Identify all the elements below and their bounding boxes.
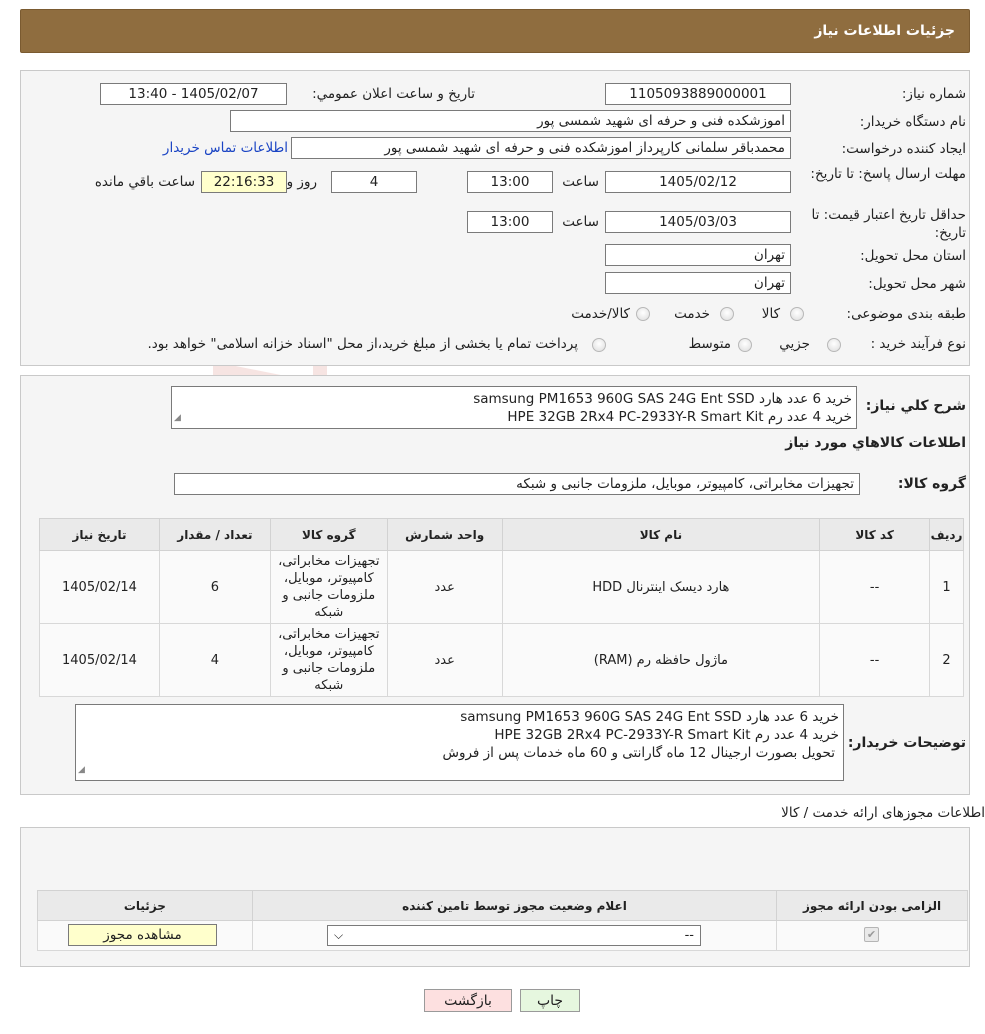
category-option-service: خدمت [674, 306, 710, 322]
col-qty: تعداد / مقدار [158, 518, 271, 551]
goods-group-field: تجهیزات مخابراتی، کامپیوتر، موبایل، ملزو… [174, 473, 860, 495]
goods-group-label: گروه کالا: [897, 476, 966, 492]
goods-table: ردیف کد کالا نام کالا واحد شمارش گروه کا… [39, 518, 964, 697]
back-button[interactable]: بازگشت [424, 989, 512, 1012]
cell-group: تجهیزات مخابراتی، کامپیوتر، موبایل، ملزو… [269, 550, 388, 624]
announce-datetime-field: 1405/02/07 - 13:40 [100, 83, 287, 105]
buyer-org-label: نام دستگاه خریدار: [859, 114, 966, 130]
print-button[interactable]: چاپ [520, 989, 580, 1012]
permit-required-checkbox[interactable]: ✔ [864, 927, 879, 942]
deadline-label: مهلت ارسال پاسخ: تا تاریخ: [810, 166, 966, 182]
col-permit-status: اعلام وضعیت مجوز توسط تامین کننده [251, 890, 778, 921]
buyer-notes-label: توضیحات خریدار: [847, 735, 966, 751]
deadline-time-label: ساعت [562, 174, 599, 190]
buyer-org-field: اموزشکده فنی و حرفه ای شهید شمسی پور [230, 110, 791, 132]
col-group: گروه کالا [269, 518, 388, 551]
col-row: ردیف [929, 518, 964, 551]
process-treasury-note: پرداخت تمام یا بخشی از مبلغ خرید،از محل … [147, 336, 578, 352]
col-code: کد کالا [819, 518, 931, 551]
cell-group-text: تجهیزات مخابراتی، کامپیوتر، موبایل، ملزو… [278, 627, 380, 693]
view-permit-button[interactable]: مشاهده مجوز [68, 924, 217, 946]
category-option-goods: کالا [761, 306, 780, 322]
buyer-notes-line-1: خرید 6 عدد هارد samsung PM1653 960G SAS … [460, 709, 839, 725]
buyer-contact-link[interactable]: اطلاعات تماس خریدار [163, 140, 288, 156]
cell-code: -- [819, 623, 931, 697]
price-validity-label: حداقل تاریخ اعتبار قیمت: تا تاریخ: [811, 207, 966, 241]
cell-date: 1405/02/14 [39, 623, 160, 697]
cell-name: هارد دیسک اینترنال HDD [501, 550, 821, 624]
general-description-label: شرح کلي نیاز: [865, 398, 966, 414]
process-option-medium: متوسط [688, 336, 731, 352]
process-radio-medium[interactable] [738, 338, 752, 352]
need-number-field: 1105093889000001 [605, 83, 791, 105]
category-option-goods-service: کالا/خدمت [571, 306, 630, 322]
permits-section-title: اطلاعات مجوزهای ارائه خدمت / کالا [781, 805, 985, 821]
category-radio-service[interactable] [720, 307, 734, 321]
process-radio-treasury[interactable] [592, 338, 606, 352]
category-label: طبقه بندی موضوعی: [846, 306, 966, 322]
general-description-line-2: خرید 4 عدد رم HPE 32GB 2Rx4 PC-2933Y-R S… [507, 409, 852, 425]
delivery-city-label: شهر محل تحویل: [868, 276, 966, 292]
cell-unit: عدد [386, 550, 503, 624]
permit-status-selected-value: -- [684, 928, 694, 943]
cell-qty: 6 [158, 550, 271, 624]
remaining-time-label: ساعت باقي مانده [94, 174, 195, 190]
process-radio-minor-visible[interactable] [827, 338, 841, 352]
goods-section-title: اطلاعات کالاهاي مورد نیاز [785, 435, 966, 451]
cell-qty: 4 [158, 623, 271, 697]
price-validity-time-label: ساعت [562, 214, 599, 230]
col-name: نام کالا [501, 518, 821, 551]
days-label: روز و [286, 174, 317, 190]
category-radio-goods-service[interactable] [636, 307, 650, 321]
announce-datetime-label: تاریخ و ساعت اعلان عمومي: [312, 86, 475, 102]
col-permit-required: الزامی بودن ارائه مجوز [776, 890, 968, 921]
resize-grip-icon[interactable]: ◢ [174, 409, 181, 427]
table-row: 2 -- ماژول حافظه رم (RAM) عدد تجهیزات مخ… [39, 623, 964, 697]
table-row: 1 -- هارد دیسک اینترنال HDD عدد تجهیزات … [39, 550, 964, 624]
process-option-minor: جزیي [779, 336, 810, 352]
cell-row: 1 [929, 550, 964, 624]
page-header: جزئیات اطلاعات نیاز [20, 9, 970, 53]
deadline-time-field: 13:00 [467, 171, 553, 193]
days-remaining-field: 4 [331, 171, 417, 193]
page-title: جزئیات اطلاعات نیاز [814, 23, 955, 39]
resize-grip-icon[interactable]: ◢ [78, 761, 85, 779]
delivery-province-label: استان محل تحویل: [860, 248, 966, 264]
buyer-notes-textarea[interactable]: خرید 6 عدد هارد samsung PM1653 960G SAS … [75, 704, 844, 781]
process-type-label: نوع فرآیند خرید : [870, 336, 966, 352]
remaining-time-field: 22:16:33 [201, 171, 287, 193]
col-unit: واحد شمارش [386, 518, 503, 551]
cell-group: تجهیزات مخابراتی، کامپیوتر، موبایل، ملزو… [269, 623, 388, 697]
col-date: تاریخ نیاز [39, 518, 160, 551]
deadline-date-field: 1405/02/12 [605, 171, 791, 193]
delivery-province-field: تهران [605, 244, 791, 266]
cell-date: 1405/02/14 [39, 550, 160, 624]
need-number-label: شماره نیاز: [901, 86, 966, 102]
requester-field: محمدباقر سلمانی کارپرداز اموزشکده فنی و … [291, 137, 791, 159]
buyer-notes-line-3: تحویل بصورت ارجینال 12 ماه گارانتی و 60 … [442, 745, 835, 761]
cell-group-text: تجهیزات مخابراتی، کامپیوتر، موبایل، ملزو… [278, 554, 380, 620]
price-validity-time-field: 13:00 [467, 211, 553, 233]
permit-status-select[interactable]: ⌵ -- [327, 925, 701, 946]
category-radio-goods[interactable] [790, 307, 804, 321]
general-description-line-1: خرید 6 عدد هارد samsung PM1653 960G SAS … [473, 391, 852, 407]
cell-name: ماژول حافظه رم (RAM) [501, 623, 821, 697]
cell-row: 2 [929, 623, 964, 697]
general-description-textarea[interactable]: خرید 6 عدد هارد samsung PM1653 960G SAS … [171, 386, 857, 429]
delivery-city-field: تهران [605, 272, 791, 294]
price-validity-date-field: 1405/03/03 [605, 211, 791, 233]
check-icon: ✔ [866, 928, 877, 941]
col-permit-details: جزئیات [37, 890, 253, 921]
cell-unit: عدد [386, 623, 503, 697]
chevron-down-icon: ⌵ [334, 928, 344, 942]
cell-code: -- [819, 550, 931, 624]
buyer-notes-line-2: خرید 4 عدد رم HPE 32GB 2Rx4 PC-2933Y-R S… [494, 727, 839, 743]
requester-label: ایجاد کننده درخواست: [841, 141, 966, 157]
